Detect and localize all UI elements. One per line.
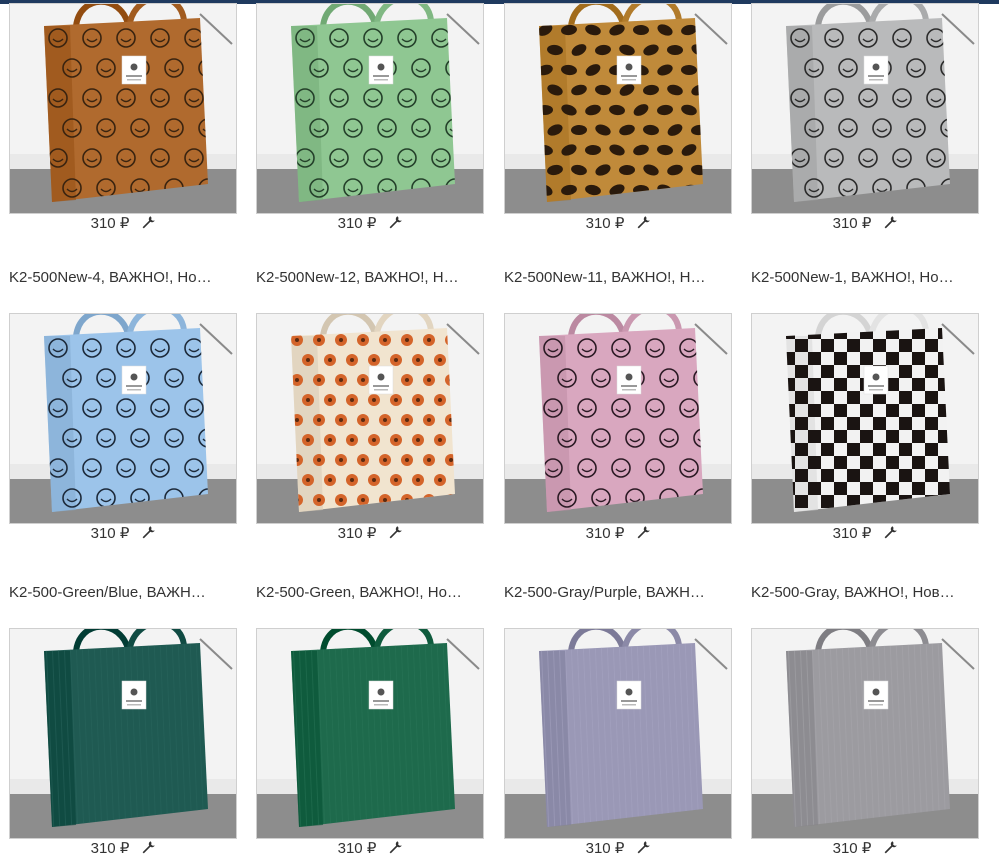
product-title[interactable]: K2-500New-11, ВАЖНО!, Н… <box>504 268 732 288</box>
product-photo <box>257 314 483 523</box>
product-card[interactable]: K2-500-Gray/Purple, ВАЖН… 310 ₽ <box>504 583 732 864</box>
product-image[interactable] <box>504 313 732 524</box>
product-card[interactable]: 310 ₽ <box>751 0 979 258</box>
wrench-icon[interactable] <box>388 840 403 854</box>
wrench-icon[interactable] <box>388 525 403 539</box>
price-label: 310 ₽ <box>832 215 872 232</box>
product-card[interactable]: K2-500New-12, ВАЖНО!, Н… 310 ₽ <box>256 268 484 568</box>
product-title[interactable]: K2-500New-1, ВАЖНО!, Но… <box>751 268 979 288</box>
wrench-icon[interactable] <box>636 215 651 229</box>
price-label: 310 ₽ <box>337 525 377 542</box>
price-label: 310 ₽ <box>585 525 625 542</box>
product-card[interactable]: K2-500New-1, ВАЖНО!, Но… 310 ₽ <box>751 268 979 568</box>
wrench-icon[interactable] <box>141 840 156 854</box>
price-label: 310 ₽ <box>90 525 130 542</box>
product-image[interactable] <box>9 3 237 214</box>
price-row: 310 ₽ <box>256 839 484 859</box>
product-card[interactable]: K2-500New-4, ВАЖНО!, Но… 310 ₽ <box>9 268 237 568</box>
product-image[interactable] <box>9 628 237 839</box>
product-photo <box>10 314 236 523</box>
price-label: 310 ₽ <box>337 215 377 232</box>
wrench-icon[interactable] <box>636 525 651 539</box>
price-label: 310 ₽ <box>90 840 130 857</box>
wrench-icon[interactable] <box>883 840 898 854</box>
wrench-icon[interactable] <box>388 215 403 229</box>
price-label: 310 ₽ <box>585 840 625 857</box>
product-image[interactable] <box>751 313 979 524</box>
product-image[interactable] <box>751 628 979 839</box>
product-image[interactable] <box>751 3 979 214</box>
product-card[interactable]: K2-500New-11, ВАЖНО!, Н… 310 ₽ <box>504 268 732 568</box>
product-photo <box>10 629 236 838</box>
product-photo <box>505 629 731 838</box>
wrench-icon[interactable] <box>883 525 898 539</box>
wrench-icon[interactable] <box>883 215 898 229</box>
product-title[interactable]: K2-500New-12, ВАЖНО!, Н… <box>256 268 484 288</box>
price-row: 310 ₽ <box>256 524 484 544</box>
product-image[interactable] <box>504 628 732 839</box>
price-row: 310 ₽ <box>751 524 979 544</box>
product-title[interactable]: K2-500-Green, ВАЖНО!, Но… <box>256 583 484 603</box>
product-photo <box>505 4 731 213</box>
price-label: 310 ₽ <box>337 840 377 857</box>
product-image[interactable] <box>504 3 732 214</box>
price-row: 310 ₽ <box>9 839 237 859</box>
price-row: 310 ₽ <box>9 524 237 544</box>
product-photo <box>10 4 236 213</box>
product-photo <box>752 314 978 523</box>
price-label: 310 ₽ <box>585 215 625 232</box>
product-image[interactable] <box>256 628 484 839</box>
product-title[interactable]: K2-500-Gray/Purple, ВАЖН… <box>504 583 732 603</box>
price-row: 310 ₽ <box>504 214 732 234</box>
price-row: 310 ₽ <box>504 839 732 859</box>
product-photo <box>752 4 978 213</box>
product-title[interactable]: K2-500-Green/Blue, ВАЖН… <box>9 583 237 603</box>
product-card[interactable]: K2-500-Gray, ВАЖНО!, Нов… 310 ₽ <box>751 583 979 864</box>
product-image[interactable] <box>9 313 237 524</box>
product-title[interactable]: K2-500-Gray, ВАЖНО!, Нов… <box>751 583 979 603</box>
product-card[interactable]: K2-500-Green, ВАЖНО!, Но… 310 ₽ <box>256 583 484 864</box>
product-card[interactable]: 310 ₽ <box>256 0 484 258</box>
price-row: 310 ₽ <box>504 524 732 544</box>
price-row: 310 ₽ <box>256 214 484 234</box>
wrench-icon[interactable] <box>636 840 651 854</box>
product-image[interactable] <box>256 313 484 524</box>
product-image[interactable] <box>256 3 484 214</box>
product-card[interactable]: K2-500-Green/Blue, ВАЖН… 310 ₽ <box>9 583 237 864</box>
price-label: 310 ₽ <box>90 215 130 232</box>
product-card[interactable]: 310 ₽ <box>9 0 237 258</box>
price-row: 310 ₽ <box>751 839 979 859</box>
wrench-icon[interactable] <box>141 525 156 539</box>
wrench-icon[interactable] <box>141 215 156 229</box>
product-photo <box>752 629 978 838</box>
price-row: 310 ₽ <box>751 214 979 234</box>
price-label: 310 ₽ <box>832 840 872 857</box>
price-row: 310 ₽ <box>9 214 237 234</box>
product-photo <box>257 629 483 838</box>
product-photo <box>505 314 731 523</box>
product-card[interactable]: 310 ₽ <box>504 0 732 258</box>
product-photo <box>257 4 483 213</box>
price-label: 310 ₽ <box>832 525 872 542</box>
product-title[interactable]: K2-500New-4, ВАЖНО!, Но… <box>9 268 237 288</box>
